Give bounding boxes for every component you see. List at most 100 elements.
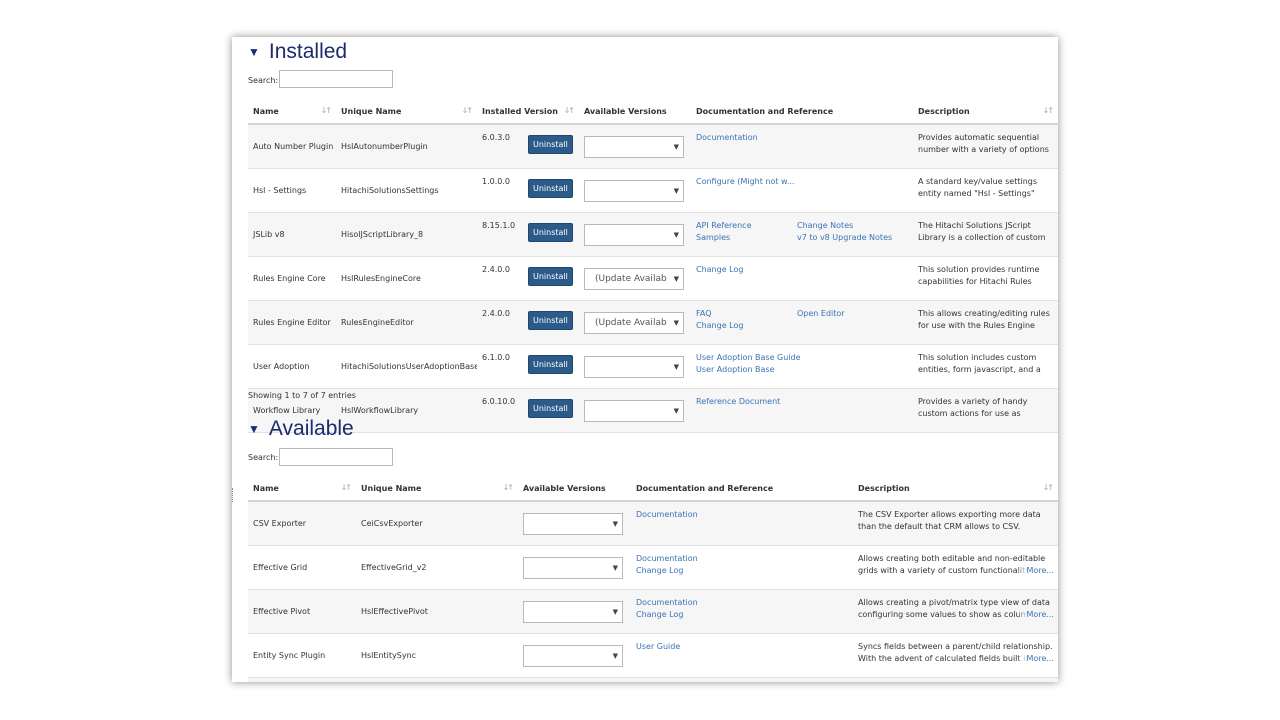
- doc-links: Documentation Change Log: [636, 590, 848, 633]
- doc-link[interactable]: User Adoption Base Guide: [696, 352, 801, 364]
- table-row: JSLib v8 HisolJScriptLibrary_8 8.15.1.0 Uni…: [248, 212, 1058, 257]
- version-select[interactable]: ▼: [584, 399, 684, 422]
- installed-header-row: Name ↓↑ Unique Name ↓↑ Installed Version ↓↑…: [248, 99, 1058, 125]
- doc-link[interactable]: Documentation: [636, 509, 698, 521]
- table-row: Effective Pivot HslEffectivePivot ▼ Documen…: [248, 589, 1058, 634]
- doc-link[interactable]: Change Log: [696, 320, 743, 332]
- more-link[interactable]: More...: [1016, 609, 1054, 621]
- table-row: CSV Exporter CeiCsvExporter ▼ Documentation…: [248, 501, 1058, 546]
- doc-links: Reference Document: [696, 389, 908, 432]
- doc-link[interactable]: Samples: [696, 232, 730, 244]
- version-select[interactable]: ▼: [584, 355, 684, 378]
- cell-unique-name: HitachiSolutionsUserAdoptionBase: [336, 344, 477, 389]
- dropdown-arrow-icon[interactable]: ▼: [674, 319, 679, 327]
- doc-link[interactable]: Configure (Might not w...: [696, 176, 794, 188]
- version-text: 8.15.1.0: [482, 221, 516, 230]
- doc-link[interactable]: Change Log: [636, 609, 683, 621]
- doc-link[interactable]: Change Notes: [797, 220, 853, 232]
- cell-description: The Hitachi Solutions JScript Library is…: [853, 677, 1058, 682]
- available-header-row: Name ↓↑ Unique Name ↓↑ Available Versions …: [248, 476, 1058, 502]
- uninstall-button[interactable]: Uninstall: [528, 267, 573, 286]
- available-section-header[interactable]: ▼ Available: [248, 417, 354, 441]
- dropdown-arrow-icon[interactable]: ▼: [674, 363, 679, 371]
- doc-link[interactable]: Documentation: [636, 597, 698, 609]
- dropdown-arrow-icon[interactable]: ▼: [613, 608, 618, 616]
- version-select[interactable]: ▼: [584, 179, 684, 202]
- version-select[interactable]: ▼: [584, 135, 684, 158]
- dropdown-arrow-icon[interactable]: ▼: [613, 564, 618, 572]
- uninstall-button[interactable]: Uninstall: [528, 223, 573, 242]
- col-header-available-versions: Available Versions: [518, 476, 631, 502]
- doc-link[interactable]: Documentation: [636, 553, 698, 565]
- collapse-triangle-icon[interactable]: ▼: [248, 45, 260, 59]
- collapse-triangle-icon[interactable]: ▼: [248, 422, 260, 436]
- cell-documentation: API ReferenceSamplesCustomizer's GuideCh…: [631, 677, 853, 682]
- col-header-name[interactable]: Name ↓↑: [248, 476, 356, 502]
- table-row: JsLib v7HisolJScriptLibrary_7_0▼ API Refe…: [248, 677, 1058, 682]
- sort-asc-icon: ↓↑: [320, 106, 332, 115]
- version-text: 6.1.0.0: [482, 353, 510, 362]
- col-header-unique-name[interactable]: Unique Name ↓↑: [336, 99, 477, 125]
- doc-link[interactable]: Reference Document: [696, 396, 780, 408]
- cell-description: Syncs fields between a parent/child rela…: [853, 633, 1058, 678]
- doc-link[interactable]: Documentation: [696, 132, 758, 144]
- uninstall-button[interactable]: Uninstall: [528, 399, 573, 418]
- cell-installed-version: 1.0.0.0 Uninstall: [477, 168, 579, 213]
- cell-installed-version: 6.0.10.0 Uninstall: [477, 388, 579, 433]
- uninstall-button[interactable]: Uninstall: [528, 355, 573, 374]
- col-header-installed-version[interactable]: Installed Version ↓↑: [477, 99, 579, 125]
- col-header-name[interactable]: Name ↓↑: [248, 99, 336, 125]
- version-select[interactable]: ▼: [523, 556, 623, 579]
- sort-icon: ↓↑: [461, 106, 473, 115]
- dropdown-arrow-icon[interactable]: ▼: [613, 652, 618, 660]
- dropdown-arrow-icon[interactable]: ▼: [613, 520, 618, 528]
- uninstall-button[interactable]: Uninstall: [528, 135, 573, 154]
- doc-link[interactable]: Change Log: [696, 264, 743, 276]
- version-select[interactable]: ▼: [523, 600, 623, 623]
- cell-unique-name: HisolJScriptLibrary_8: [336, 212, 477, 257]
- cell-installed-version: 2.4.0.0 Uninstall: [477, 256, 579, 301]
- sort-icon: ↓↑: [1042, 483, 1054, 492]
- uninstall-button[interactable]: Uninstall: [528, 179, 573, 198]
- doc-link[interactable]: Change Log: [636, 565, 683, 577]
- table-row: Auto Number Plugin HslAutonumberPlugin 6.0…: [248, 124, 1058, 169]
- dropdown-arrow-icon[interactable]: ▼: [674, 231, 679, 239]
- more-link[interactable]: More...: [1016, 565, 1054, 577]
- dropdown-arrow-icon[interactable]: ▼: [674, 275, 679, 283]
- cell-description: The CSV Exporter allows exporting more d…: [853, 501, 1058, 546]
- resize-handle[interactable]: [232, 488, 235, 502]
- col-header-unique-name[interactable]: Unique Name ↓↑: [356, 476, 518, 502]
- doc-link-group: Documentation: [696, 132, 758, 144]
- doc-link[interactable]: User Adoption Base: [696, 364, 775, 376]
- doc-link[interactable]: FAQ: [696, 308, 712, 320]
- installed-search-input[interactable]: [279, 70, 393, 88]
- col-header-description[interactable]: Description ↓↑: [853, 476, 1058, 502]
- dropdown-arrow-icon[interactable]: ▼: [674, 143, 679, 151]
- dropdown-arrow-icon[interactable]: ▼: [674, 187, 679, 195]
- doc-link[interactable]: Open Editor: [797, 308, 845, 320]
- doc-link[interactable]: API Reference: [696, 220, 751, 232]
- installed-section-header[interactable]: ▼ Installed: [248, 40, 347, 64]
- version-text: 6.0.3.0: [482, 133, 510, 142]
- dropdown-arrow-icon[interactable]: ▼: [674, 407, 679, 415]
- doc-link[interactable]: v7 to v8 Upgrade Notes: [797, 232, 892, 244]
- table-row: Workflow Library HslWorkflowLibrary 6.0.10…: [248, 388, 1058, 433]
- cell-name: Effective Pivot: [248, 589, 356, 634]
- cell-documentation: Configure (Might not w...: [691, 168, 913, 213]
- available-search-input[interactable]: [279, 448, 393, 466]
- doc-links: API ReferenceSamplesCustomizer's GuideCh…: [636, 678, 848, 682]
- version-select[interactable]: (Update Availab ▼: [584, 267, 684, 290]
- version-select[interactable]: (Update Availab ▼: [584, 311, 684, 334]
- version-select[interactable]: ▼: [584, 223, 684, 246]
- cell-description: Provides automatic sequential number wit…: [913, 124, 1058, 169]
- col-header-description[interactable]: Description ↓↑: [913, 99, 1058, 125]
- cell-documentation: Documentation Change Log: [631, 589, 853, 634]
- col-header-available-versions: Available Versions: [579, 99, 691, 125]
- version-select[interactable]: ▼: [523, 644, 623, 667]
- doc-link[interactable]: User Guide: [636, 641, 680, 653]
- version-select[interactable]: ▼: [523, 512, 623, 535]
- uninstall-button[interactable]: Uninstall: [528, 311, 573, 330]
- cell-unique-name: HisolJScriptLibrary_7_0: [356, 677, 518, 682]
- available-search-label: Search:: [248, 453, 279, 462]
- more-link[interactable]: More...: [1016, 653, 1054, 665]
